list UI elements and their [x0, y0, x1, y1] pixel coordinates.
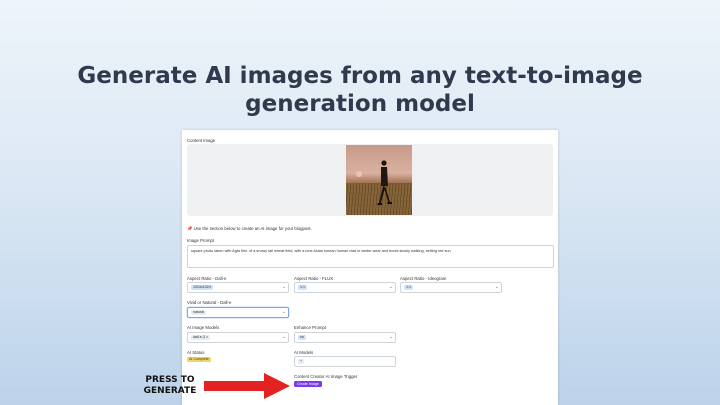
- ai-models-select[interactable]: +: [294, 356, 396, 367]
- ai-image-models-label: AI Image Models: [187, 325, 220, 330]
- image-prompt-label: Image Prompt: [187, 238, 214, 243]
- enhance-prompt-select[interactable]: no ⌄: [294, 332, 396, 343]
- walking-person-figure: [377, 160, 392, 205]
- aspect-flux-label: Aspect Ratio - FLUX: [294, 276, 334, 281]
- content-form-panel: Content Image 📌 Use the section below to…: [182, 130, 558, 405]
- aspect-dalle-label: Aspect Ratio - Dall-e: [187, 276, 227, 281]
- aspect-ideogram-label: Aspect Ratio - Ideogram: [400, 276, 447, 281]
- headline-line-2: generation model: [245, 91, 475, 117]
- headline-line-1: Generate AI images from any text-to-imag…: [77, 63, 643, 89]
- enhance-prompt-chip: no: [298, 334, 306, 340]
- headline: Generate AI images from any text-to-imag…: [0, 62, 720, 118]
- ai-models-label: AI Models: [294, 350, 314, 355]
- annotation-line-2: GENERATE: [143, 386, 197, 396]
- ai-status-badge: AI Complete: [187, 357, 211, 362]
- vivid-natural-label: Vivid or Natural - Dall-e: [187, 300, 232, 305]
- chevron-down-icon: ⌄: [494, 284, 499, 290]
- sun-shape: [356, 171, 362, 177]
- notice-label: Use the section below to create an AI im…: [193, 226, 312, 231]
- image-prompt-textarea[interactable]: square photo taken with Agfa film. of a …: [187, 245, 554, 268]
- ai-status-label: AI Status: [187, 350, 205, 355]
- image-preview-area: [187, 144, 553, 216]
- aspect-ideogram-chip: 1:1: [404, 284, 413, 290]
- aspect-ideogram-select[interactable]: 1:1 ⌄: [400, 282, 502, 293]
- image-prompt-value: square photo taken with Agfa film. of a …: [191, 249, 451, 253]
- aspect-dalle-select[interactable]: 1024x1024 ⌄: [187, 282, 289, 293]
- pin-icon: 📌: [187, 226, 193, 231]
- trigger-label: Content Creator AI Image Trigger: [294, 374, 358, 379]
- ai-models-add-chip: +: [298, 358, 305, 364]
- content-image-label: Content Image: [187, 138, 216, 143]
- red-arrow-icon: [204, 373, 290, 399]
- vivid-natural-chip: natural: [191, 309, 206, 315]
- ai-image-models-value: dall-e-3: [193, 334, 205, 339]
- chevron-down-icon: ⌄: [281, 334, 286, 340]
- aspect-dalle-chip: 1024x1024: [191, 284, 213, 290]
- chevron-down-icon: ⌄: [281, 309, 286, 315]
- ai-image-models-select[interactable]: dall-e-3 × ⌄: [187, 332, 289, 343]
- create-image-button[interactable]: Create Image: [294, 381, 322, 387]
- remove-chip-icon[interactable]: ×: [206, 335, 208, 339]
- chevron-down-icon: ⌄: [281, 284, 286, 290]
- aspect-flux-select[interactable]: 1:1 ⌄: [294, 282, 396, 293]
- enhance-prompt-label: Enhance Prompt: [294, 325, 327, 330]
- notice-text: 📌 Use the section below to create an AI …: [187, 226, 312, 232]
- press-to-generate-annotation: PRESS TO GENERATE: [130, 375, 210, 397]
- annotation-line-1: PRESS TO: [145, 375, 195, 385]
- generated-image[interactable]: [346, 145, 412, 215]
- ai-image-models-chip: dall-e-3 ×: [191, 334, 211, 340]
- chevron-down-icon: ⌄: [388, 284, 393, 290]
- aspect-flux-chip: 1:1: [298, 284, 307, 290]
- chevron-down-icon: ⌄: [388, 334, 393, 340]
- vivid-natural-select[interactable]: natural ⌄: [187, 307, 289, 318]
